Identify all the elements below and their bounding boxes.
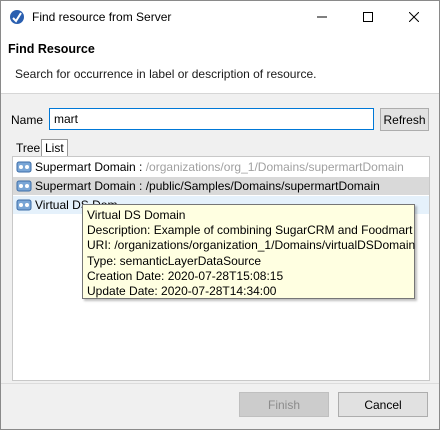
page-description: Search for occurrence in label or descri… xyxy=(15,67,317,81)
refresh-button[interactable]: Refresh xyxy=(380,108,429,131)
window-title: Find resource from Server xyxy=(32,10,172,24)
tab-list[interactable]: List xyxy=(41,139,68,156)
tooltip-created: Creation Date: 2020-07-28T15:08:15 xyxy=(87,268,284,283)
dialog-window: Find resource from Server Find Resource … xyxy=(0,0,440,430)
minimize-icon[interactable] xyxy=(299,1,345,32)
domain-icon xyxy=(16,197,34,213)
tooltip-description: Description: Example of combining SugarC… xyxy=(87,223,413,238)
maximize-icon[interactable] xyxy=(345,1,391,32)
result-name: Supermart Domain : xyxy=(35,160,143,174)
title-bar[interactable]: Find resource from Server xyxy=(1,1,439,32)
footer-divider xyxy=(1,383,439,384)
tooltip-uri: URI: /organizations/organization_1/Domai… xyxy=(87,238,416,253)
domain-icon xyxy=(16,178,34,194)
tooltip-updated: Update Date: 2020-07-28T14:34:00 xyxy=(87,284,277,299)
result-path: /public/Samples/Domains/supermartDomain xyxy=(145,179,380,193)
name-search-input[interactable] xyxy=(49,108,374,130)
domain-icon xyxy=(16,159,34,175)
result-name: Supermart Domain : xyxy=(35,179,143,193)
dialog-header: Find Resource Search for occurrence in l… xyxy=(1,32,439,94)
result-path: /organizations/org_1/Domains/supermartDo… xyxy=(145,160,404,174)
list-item[interactable]: Supermart Domain : /public/Samples/Domai… xyxy=(13,177,429,195)
close-icon[interactable] xyxy=(391,1,437,32)
tooltip-name: Virtual DS Domain xyxy=(87,208,186,222)
tooltip-type: Type: semanticLayerDataSource xyxy=(87,253,262,268)
finish-button[interactable]: Finish xyxy=(239,392,329,417)
app-icon xyxy=(9,9,25,25)
resource-tooltip: Virtual DS Domain Description: Example o… xyxy=(82,204,415,299)
page-title: Find Resource xyxy=(8,42,95,56)
cancel-button[interactable]: Cancel xyxy=(338,392,428,417)
tab-tree[interactable]: Tree xyxy=(13,140,43,156)
name-label: Name xyxy=(11,113,44,127)
list-item[interactable]: Supermart Domain : /organizations/org_1/… xyxy=(13,158,429,176)
